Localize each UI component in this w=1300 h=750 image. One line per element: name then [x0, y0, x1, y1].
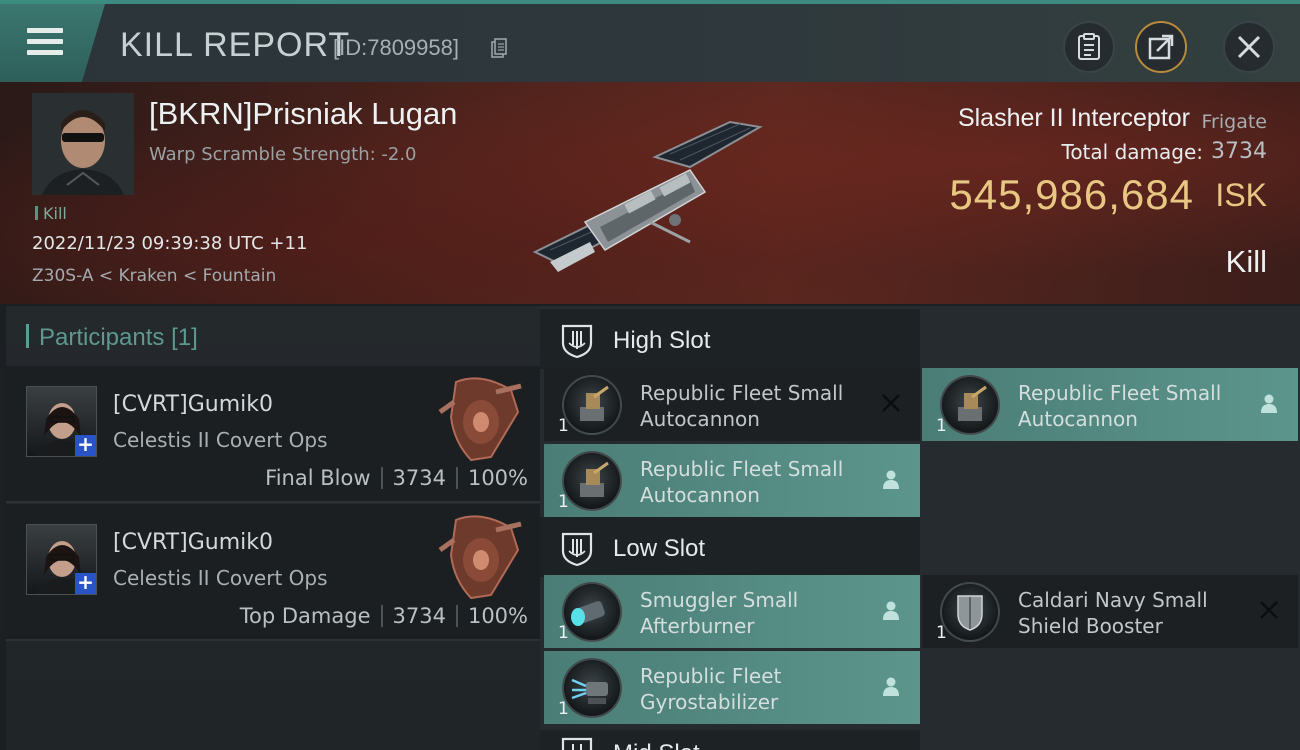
close-button[interactable] [1223, 21, 1275, 73]
module-quantity: 1 [558, 416, 569, 436]
pilot-avatar-image [32, 93, 134, 195]
isk-unit: ISK [1215, 177, 1267, 213]
participant-name[interactable]: [CVRT]Gumik0 [113, 392, 273, 417]
participant-row[interactable]: + [CVRT]Gumik0 Celestis II Covert Ops To… [6, 504, 540, 641]
participant-percent: 100% [467, 466, 528, 490]
module-quantity: 1 [558, 623, 569, 643]
participant-ship: Celestis II Covert Ops [113, 428, 328, 452]
module-quantity: 1 [558, 492, 569, 512]
participant-ship: Celestis II Covert Ops [113, 566, 328, 590]
high-slot-header: High Slot [540, 309, 920, 369]
participants-header: Participants [1] [26, 324, 198, 352]
module-item[interactable]: 1 Republic Fleet Small Autocannon [544, 444, 920, 517]
participant-stats: Final Blow 3734 100% [265, 466, 528, 490]
module-name: Smuggler Small Afterburner [640, 588, 799, 638]
module-quantity: 1 [936, 623, 947, 643]
afterburner-icon [562, 582, 622, 642]
high-slot-icon [561, 324, 593, 359]
menu-button[interactable] [0, 4, 105, 82]
total-damage-value: 3734 [1211, 139, 1267, 164]
module-name: Republic Fleet Small Autocannon [640, 381, 844, 431]
participant-ship-image [438, 515, 522, 600]
victim-ship-image [532, 120, 763, 272]
module-quantity: 1 [936, 416, 947, 436]
autocannon-icon [562, 451, 622, 511]
participants-count: [1] [171, 324, 198, 351]
warp-scramble-strength: Warp Scramble Strength: -2.0 [149, 144, 417, 165]
participant-avatar: + [26, 524, 97, 595]
victim-ship-class: Frigate [1201, 111, 1267, 133]
module-item[interactable]: 1 Republic Fleet Gyrostabilizer [544, 651, 920, 724]
victim-name[interactable]: [BKRN]Prisniak Lugan [149, 96, 457, 132]
total-damage-label: Total damage: [1061, 140, 1204, 164]
autocannon-icon [562, 375, 622, 435]
module-name: Republic Fleet Gyrostabilizer [640, 664, 782, 714]
mid-slot-label: Mid Slot [613, 740, 700, 750]
plus-badge-icon: + [75, 434, 96, 456]
plus-badge-icon: + [75, 572, 96, 594]
kill-id: [ID:7809958] [333, 35, 459, 60]
participant-percent: 100% [467, 604, 528, 628]
kill-result: Kill [1225, 244, 1267, 279]
clipboard-icon [1078, 33, 1100, 60]
participant-role: Final Blow [265, 466, 371, 490]
dropped-person-icon [1261, 394, 1277, 413]
module-item[interactable]: 1 Republic Fleet Small Autocannon [922, 368, 1298, 441]
isk-value: 545,986,684 [949, 171, 1194, 218]
kill-datetime: 2022/11/23 09:39:38 UTC +11 [32, 233, 308, 254]
participant-ship-image [438, 377, 522, 462]
kill-tag: Kill [35, 204, 67, 223]
module-name: Caldari Navy Small Shield Booster [1018, 588, 1208, 638]
participants-panel: Participants [1] + [CVRT]Gumik0 Celestis… [6, 306, 540, 750]
mid-slot-icon [561, 737, 593, 750]
module-quantity: 1 [558, 699, 569, 719]
victim-banner: [BKRN]Prisniak Lugan Warp Scramble Stren… [0, 82, 1300, 306]
clipboard-button[interactable] [1063, 21, 1115, 73]
kill-location[interactable]: Z30S-A < Kraken < Fountain [32, 266, 276, 286]
participant-damage: 3734 [392, 466, 446, 490]
mid-slot-header: Mid Slot [540, 730, 920, 750]
dropped-person-icon [883, 470, 899, 489]
dropped-person-icon [883, 677, 899, 696]
destroyed-icon [1260, 601, 1278, 619]
module-item[interactable]: 1 Caldari Navy Small Shield Booster [922, 575, 1298, 648]
kill-tag-label: Kill [43, 204, 67, 223]
module-name: Republic Fleet Small Autocannon [640, 457, 844, 507]
dropped-person-icon [883, 601, 899, 620]
shield-booster-icon [940, 582, 1000, 642]
title-bar: KILL REPORT [ID:7809958] [0, 0, 1300, 82]
hamburger-icon [27, 28, 63, 56]
participants-title: Participants [39, 324, 165, 351]
low-slot-icon [561, 532, 593, 567]
participant-avatar: + [26, 386, 97, 457]
module-name: Republic Fleet Small Autocannon [1018, 381, 1222, 431]
copy-icon[interactable] [491, 38, 507, 58]
destroyed-icon [882, 394, 900, 412]
share-icon [1148, 34, 1174, 60]
participant-name[interactable]: [CVRT]Gumik0 [113, 530, 273, 555]
victim-portrait[interactable] [32, 93, 134, 195]
participant-row[interactable]: + [CVRT]Gumik0 Celestis II Covert Ops Fi… [6, 366, 540, 503]
low-slot-label: Low Slot [613, 535, 706, 562]
participant-role: Top Damage [239, 604, 371, 628]
autocannon-icon [940, 375, 1000, 435]
page-title: KILL REPORT [120, 26, 351, 64]
high-slot-label: High Slot [613, 327, 711, 354]
participant-damage: 3734 [392, 604, 446, 628]
module-item[interactable]: 1 Republic Fleet Small Autocannon [544, 368, 920, 441]
participant-stats: Top Damage 3734 100% [240, 604, 528, 628]
victim-ship-name[interactable]: Slasher II Interceptor [958, 104, 1190, 133]
fitting-panel: High Slot 1 Republic Fleet Small Autocann… [540, 306, 1300, 750]
low-slot-header: Low Slot [540, 517, 920, 577]
gyrostabilizer-icon [562, 658, 622, 718]
share-button[interactable] [1135, 21, 1187, 73]
module-item[interactable]: 1 Smuggler Small Afterburner [544, 575, 920, 648]
close-icon [1237, 35, 1261, 59]
